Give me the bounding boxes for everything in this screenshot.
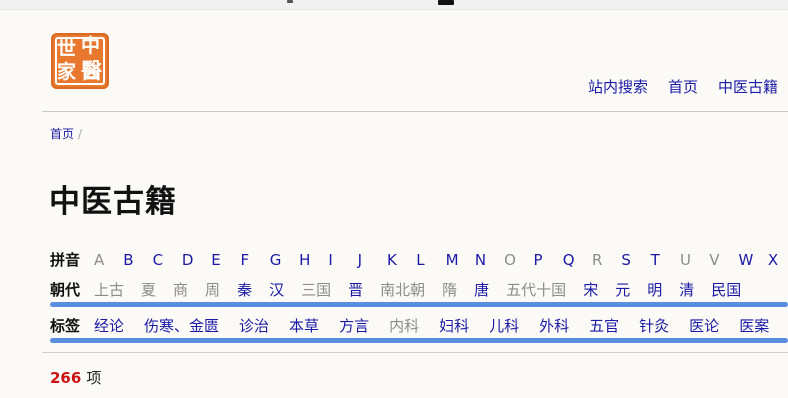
browser-top-strip	[0, 0, 788, 10]
result-count: 266 项	[50, 367, 101, 388]
tags-label: 标签	[50, 317, 81, 335]
pinyin-letter-item: O	[504, 251, 516, 269]
dynasty-filter-item[interactable]: 唐	[474, 279, 489, 300]
top-nav: 站内搜索 首页 中医古籍	[588, 76, 778, 97]
nav-home[interactable]: 首页	[668, 76, 698, 97]
pinyin-letter-item[interactable]: C	[153, 251, 182, 269]
tag-filter-item[interactable]: 伤寒、金匮	[144, 315, 219, 336]
page-title: 中医古籍	[49, 184, 177, 220]
dynasty-filter-item: 上古	[94, 281, 125, 299]
list-divider	[42, 352, 788, 353]
dynasty-filter-item[interactable]: 民国	[711, 279, 741, 300]
tag-filter-item[interactable]: 外科	[539, 315, 569, 336]
tag-filter-item[interactable]: 五官	[589, 315, 619, 336]
dynasty-filter-item[interactable]: 清	[679, 279, 694, 300]
pinyin-letter-item: R	[592, 251, 603, 269]
logo-char: 醫	[81, 58, 102, 83]
pinyin-letter-item[interactable]: M	[446, 251, 475, 269]
logo-char: 中	[81, 35, 101, 57]
logo-char: 世	[57, 38, 77, 60]
pinyin-letter-item[interactable]: J	[358, 251, 387, 269]
pinyin-letter-item[interactable]: S	[621, 251, 650, 269]
dynasty-filter-item: 三国	[301, 281, 332, 299]
dynasty-filter-item: 五代十国	[506, 281, 567, 299]
tag-filter-row: 标签 经论 伤寒、金匮 诊治 本草 方言 内科 妇科 儿科 外科 五官 针灸 医论 医案	[50, 315, 788, 336]
pinyin-letter-item[interactable]: Q	[563, 251, 592, 269]
pinyin-letter-item[interactable]: T	[651, 251, 680, 269]
pinyin-letter-item[interactable]: K	[387, 251, 416, 269]
dynasty-filter-item[interactable]: 汉	[269, 279, 284, 300]
tag-filter-item[interactable]: 方言	[339, 315, 369, 336]
tag-filter-item[interactable]: 针灸	[639, 315, 669, 336]
dynasty-filter-item[interactable]: 元	[615, 279, 630, 300]
pinyin-letter-item: V	[709, 251, 720, 269]
dynasty-filter-item[interactable]: 晋	[348, 279, 363, 300]
pinyin-filter-row: 拼音 ABCDEFGHIJKLMNOPQRSTUVWXY	[50, 249, 788, 270]
tag-filter-item[interactable]: 经论	[94, 315, 124, 336]
tag-filter-item[interactable]: 诊治	[239, 315, 269, 336]
pinyin-letter-item[interactable]: I	[328, 251, 357, 269]
site-logo[interactable]: 世 中 醫 家	[51, 33, 109, 89]
strip-mark	[287, 0, 293, 3]
pinyin-letter-item[interactable]: H	[299, 251, 328, 269]
pinyin-letter-item[interactable]: W	[739, 251, 768, 269]
pinyin-letter-item[interactable]: P	[533, 251, 562, 269]
pinyin-letter-item[interactable]: G	[270, 251, 299, 269]
dynasty-filter-row: 朝代 上古夏商周秦汉三国晋南北朝隋唐五代十国宋元明清民国	[50, 279, 758, 300]
strip-cursor-mark	[438, 0, 454, 5]
breadcrumb-home[interactable]: 首页	[50, 127, 74, 141]
dynasty-filter-item: 隋	[442, 281, 458, 299]
breadcrumb-separator: /	[78, 127, 83, 141]
dynasty-filter-item[interactable]: 明	[647, 279, 662, 300]
tag-filter-item[interactable]: 儿科	[489, 315, 519, 336]
tag-filter-item[interactable]: 医论	[689, 315, 719, 336]
result-count-number: 266	[50, 369, 82, 387]
dynasty-filter-item: 商	[173, 281, 189, 299]
pinyin-letter-item[interactable]: B	[123, 251, 152, 269]
pinyin-letter-item[interactable]: N	[475, 251, 504, 269]
dynasty-scrollbar[interactable]	[50, 302, 788, 307]
tag-filter-item[interactable]: 妇科	[439, 315, 469, 336]
pinyin-letter-item[interactable]: F	[240, 251, 269, 269]
pinyin-letter-item[interactable]: E	[211, 251, 240, 269]
pinyin-letter-item[interactable]: L	[416, 251, 445, 269]
dynasty-filter-item[interactable]: 秦	[237, 279, 252, 300]
pinyin-label: 拼音	[50, 251, 81, 269]
nav-site-search[interactable]: 站内搜索	[588, 76, 648, 97]
tag-filter-item[interactable]: 医案	[739, 315, 769, 336]
pinyin-letter-item[interactable]: D	[182, 251, 211, 269]
dynasty-filter-item: 夏	[141, 281, 157, 299]
tag-filter-item: 内科	[389, 317, 420, 335]
pinyin-letter-item: A	[94, 251, 105, 269]
dynasty-filter-item: 南北朝	[380, 281, 426, 299]
dynasty-filter-item[interactable]: 宋	[583, 279, 598, 300]
result-count-unit: 项	[86, 369, 102, 387]
tag-filter-item[interactable]: 本草	[289, 315, 319, 336]
breadcrumb: 首页 /	[50, 125, 82, 142]
dynasty-filter-item: 周	[205, 281, 221, 299]
logo-char: 家	[57, 61, 77, 83]
pinyin-letter-item: U	[679, 251, 691, 269]
dynasty-label: 朝代	[50, 281, 81, 299]
tags-scrollbar[interactable]	[50, 338, 788, 343]
header-divider	[42, 111, 788, 112]
nav-classics[interactable]: 中医古籍	[718, 76, 778, 97]
pinyin-letter-item[interactable]: X	[768, 251, 788, 269]
